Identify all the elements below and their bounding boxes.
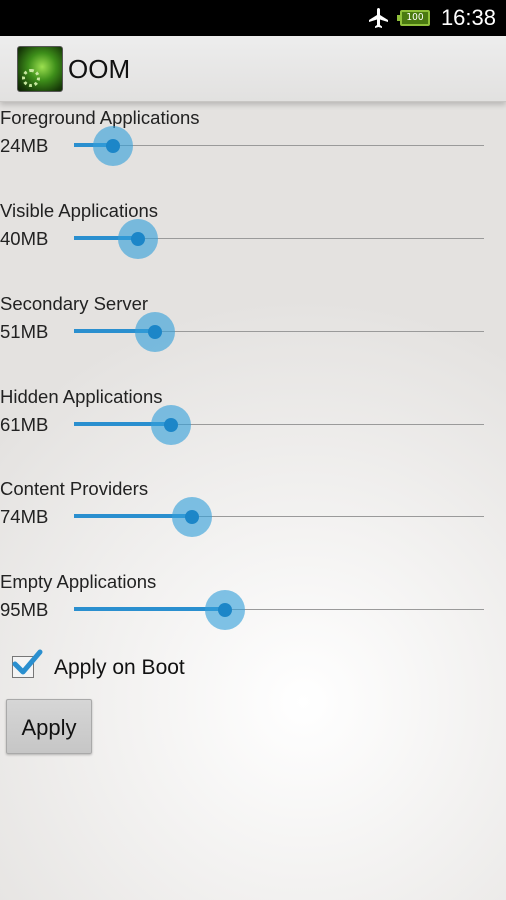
setting-hidden-applications: Hidden Applications 61MB <box>0 385 506 465</box>
slider-thumb-center[interactable] <box>217 603 232 617</box>
slider-thumb-center[interactable] <box>105 139 120 153</box>
apply-on-boot-row[interactable]: Apply on Boot <box>10 648 310 688</box>
status-bar: 100 16:38 <box>0 0 506 36</box>
app-title: OOM <box>68 54 131 84</box>
setting-value: 24MB <box>0 135 49 156</box>
setting-foreground-applications: Foreground Applications 24MB <box>0 106 506 186</box>
airplane-mode-icon <box>369 8 388 28</box>
setting-visible-applications: Visible Applications 40MB <box>0 199 506 279</box>
slider-fill <box>74 607 225 611</box>
status-clock: 16:38 <box>440 5 496 30</box>
content-providers-slider[interactable] <box>74 497 484 537</box>
setting-value: 61MB <box>0 414 49 435</box>
visible-applications-slider[interactable] <box>74 219 484 259</box>
action-bar: OOM <box>0 36 506 102</box>
setting-secondary-server: Secondary Server 51MB <box>0 292 506 372</box>
slider-track[interactable] <box>74 145 484 146</box>
slider-thumb-center[interactable] <box>130 232 145 246</box>
setting-value: 95MB <box>0 599 49 620</box>
hidden-applications-slider[interactable] <box>74 405 484 445</box>
setting-value: 40MB <box>0 228 49 249</box>
app-launcher-icon[interactable] <box>17 46 63 92</box>
battery-icon: 100 <box>397 10 430 26</box>
apply-button[interactable]: Apply <box>6 699 92 754</box>
secondary-server-slider[interactable] <box>74 312 484 352</box>
checkmark-icon <box>12 649 43 675</box>
apply-on-boot-label[interactable]: Apply on Boot <box>54 654 185 682</box>
slider-thumb-center[interactable] <box>184 510 199 524</box>
gear-icon <box>22 69 40 87</box>
setting-value: 74MB <box>0 506 49 527</box>
setting-empty-applications: Empty Applications 95MB <box>0 570 506 650</box>
battery-level: 100 <box>406 12 424 23</box>
foreground-applications-slider[interactable] <box>74 126 484 166</box>
setting-content-providers: Content Providers 74MB <box>0 477 506 557</box>
setting-value: 51MB <box>0 321 49 342</box>
empty-applications-slider[interactable] <box>74 590 484 630</box>
